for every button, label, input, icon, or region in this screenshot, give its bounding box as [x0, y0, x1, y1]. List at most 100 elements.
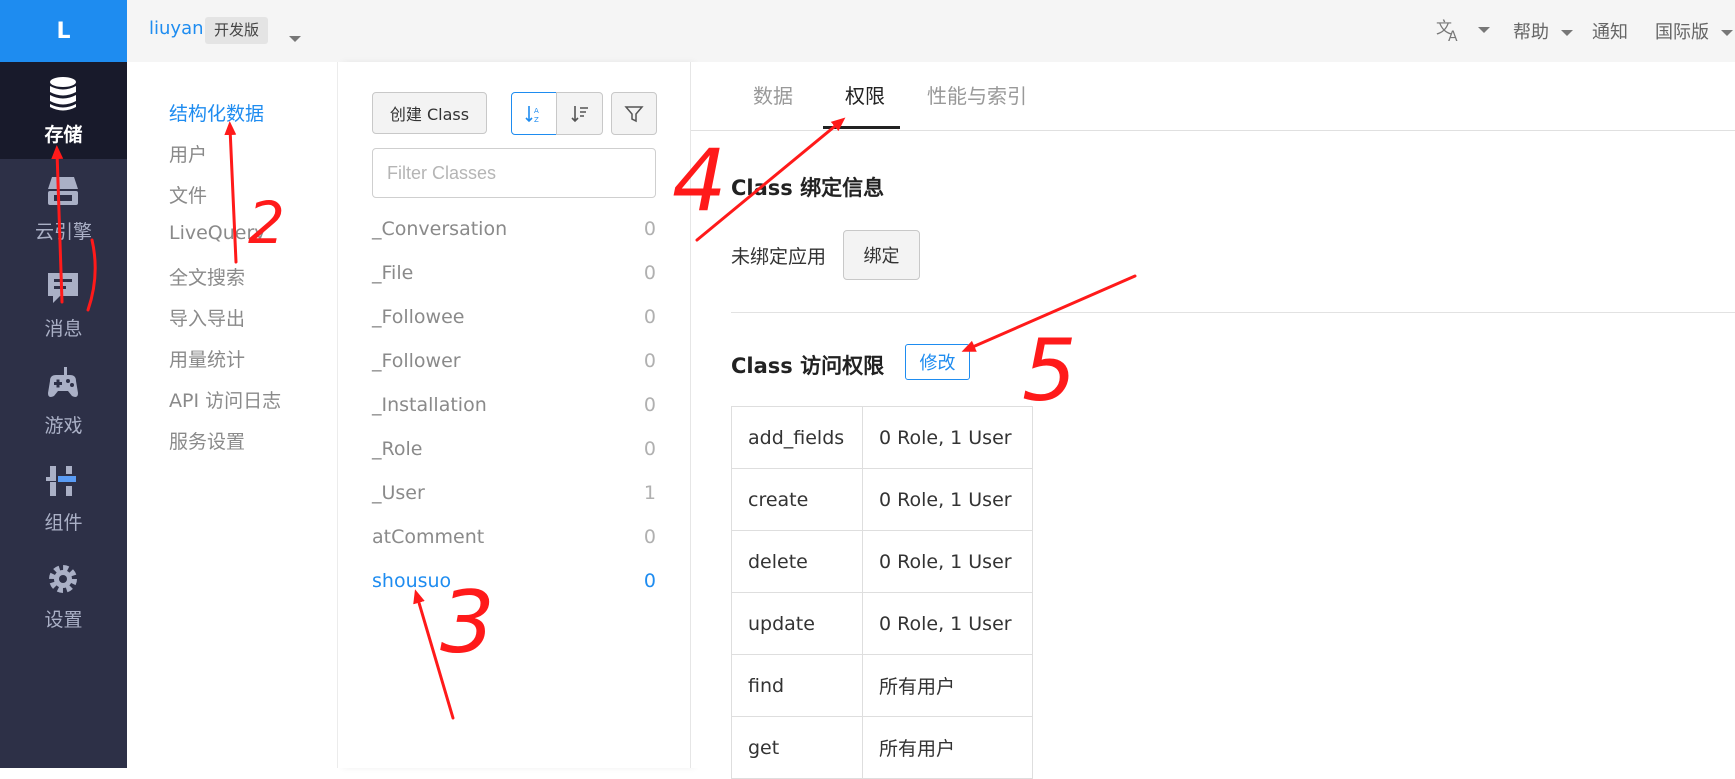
class-name: shousuo [372, 570, 452, 592]
app-switch-dropdown[interactable] [289, 28, 301, 47]
sort-alpha-icon: A Z [525, 105, 539, 124]
sort-count-button[interactable] [556, 92, 603, 135]
server-icon [48, 177, 78, 205]
tab-permissions[interactable]: 权限 [845, 80, 885, 109]
region-menu[interactable]: 国际版 [1655, 18, 1733, 44]
svg-text:A: A [534, 107, 539, 115]
subnav-item-service-settings[interactable]: 服务设置 [169, 427, 245, 454]
class-count: 0 [643, 350, 656, 372]
class-name: _File [372, 262, 414, 284]
class-row-atcomment[interactable]: atComment 0 [372, 520, 656, 556]
class-name: _User [372, 482, 425, 504]
storage-subnav: 结构化数据 用户 文件 LiveQuery 全文搜索 导入导出 用量统计 API… [127, 62, 338, 768]
message-icon [48, 273, 78, 303]
subnav-item-fulltext-search[interactable]: 全文搜索 [169, 263, 245, 290]
rail-item-games[interactable]: 游戏 [0, 353, 127, 450]
permission-key: create [731, 468, 863, 531]
class-tabs: 数据 权限 性能与索引 [691, 62, 1735, 131]
permission-key: update [731, 592, 863, 655]
table-row: update 0 Role, 1 User [731, 592, 1033, 655]
class-name: _Follower [372, 350, 461, 372]
top-bar: liuyan 开发版 文 A 帮助 通知 国际版 [127, 0, 1735, 63]
filter-classes-input[interactable] [372, 148, 656, 198]
sort-alpha-button[interactable]: A Z [511, 92, 557, 135]
class-name: _Conversation [372, 218, 508, 240]
tab-data[interactable]: 数据 [753, 80, 793, 109]
permission-key: get [731, 716, 863, 779]
table-row: add_fields 0 Role, 1 User [731, 406, 1033, 469]
class-row-user[interactable]: _User 1 [372, 476, 656, 512]
class-count: 1 [643, 482, 656, 504]
notifications-link[interactable]: 通知 [1592, 18, 1628, 44]
active-tab-indicator [823, 126, 900, 129]
gear-icon [49, 565, 77, 593]
left-rail: L 存储 云引擎 消息 游戏 组件 设置 [0, 0, 127, 768]
rail-item-components[interactable]: 组件 [0, 450, 127, 547]
app-logo[interactable]: L [0, 0, 127, 62]
env-badge[interactable]: 开发版 [205, 17, 269, 44]
class-row-installation[interactable]: _Installation 0 [372, 388, 656, 424]
components-icon [46, 466, 76, 496]
subnav-item-structured-data[interactable]: 结构化数据 [169, 99, 264, 126]
class-row-conversation[interactable]: _Conversation 0 [372, 212, 656, 248]
main-content: 数据 权限 性能与索引 Class 绑定信息 未绑定应用 绑定 Class 访问… [691, 62, 1735, 779]
class-row-followee[interactable]: _Followee 0 [372, 300, 656, 336]
rail-item-label: 组件 [44, 512, 83, 534]
table-row: create 0 Role, 1 User [731, 468, 1033, 531]
subnav-item-usage-stats[interactable]: 用量统计 [169, 345, 245, 372]
permission-value: 0 Role, 1 User [862, 530, 1033, 593]
subnav-item-import-export[interactable]: 导入导出 [169, 304, 245, 331]
rail-item-label: 云引擎 [34, 221, 92, 243]
region-label: 国际版 [1655, 22, 1709, 43]
table-row: get 所有用户 [731, 716, 1033, 779]
subnav-item-files[interactable]: 文件 [169, 181, 207, 208]
class-row-shousuo[interactable]: shousuo 0 [372, 564, 656, 600]
rail-item-label: 存储 [44, 124, 83, 146]
access-section-title: Class 访问权限 [731, 354, 885, 378]
help-menu[interactable]: 帮助 [1513, 18, 1573, 44]
table-row: delete 0 Role, 1 User [731, 530, 1033, 593]
create-class-button[interactable]: 创建 Class [372, 92, 487, 134]
permission-key: find [731, 654, 863, 717]
rail-item-label: 游戏 [44, 415, 83, 437]
rail-item-storage[interactable]: 存储 [0, 62, 127, 159]
class-row-file[interactable]: _File 0 [372, 256, 656, 292]
filter-button[interactable] [611, 92, 657, 135]
svg-text:Z: Z [534, 116, 539, 124]
gamepad-icon [48, 367, 78, 397]
rail-item-settings[interactable]: 设置 [0, 547, 127, 644]
chevron-down-icon [1720, 30, 1733, 36]
rail-item-label: 消息 [44, 318, 83, 340]
edit-permissions-button[interactable]: 修改 [905, 344, 970, 380]
bind-button[interactable]: 绑定 [843, 230, 920, 280]
rail-item-cloud-engine[interactable]: 云引擎 [0, 159, 127, 256]
class-count: 0 [643, 306, 656, 328]
database-icon [50, 77, 76, 111]
svg-text:A: A [1448, 29, 1458, 42]
permission-value: 所有用户 [862, 654, 1033, 717]
subnav-item-users[interactable]: 用户 [169, 140, 207, 167]
chevron-down-icon [289, 35, 301, 42]
class-row-role[interactable]: _Role 0 [372, 432, 656, 468]
class-name: _Installation [372, 394, 487, 416]
class-count: 0 [643, 262, 656, 284]
class-row-follower[interactable]: _Follower 0 [372, 344, 656, 380]
language-switch[interactable]: 文 A [1436, 18, 1490, 45]
subnav-item-api-logs[interactable]: API 访问日志 [169, 386, 281, 413]
help-label: 帮助 [1513, 22, 1549, 43]
class-list-panel: 创建 Class A Z _Conversation 0 _File 0 _Fo… [338, 62, 691, 768]
tab-performance-index[interactable]: 性能与索引 [927, 80, 1027, 109]
permissions-table: add_fields 0 Role, 1 User create 0 Role,… [731, 406, 1033, 779]
translate-icon: 文 A [1436, 18, 1458, 45]
subnav-item-livequery[interactable]: LiveQuery [169, 222, 266, 244]
section-divider [731, 312, 1735, 313]
app-name-link[interactable]: liuyan [149, 18, 204, 39]
class-count: 0 [643, 394, 656, 416]
class-name: _Role [372, 438, 423, 460]
class-count: 0 [643, 438, 656, 460]
sort-count-icon [570, 105, 588, 122]
permission-key: delete [731, 530, 863, 593]
rail-item-messages[interactable]: 消息 [0, 256, 127, 353]
filter-icon [624, 105, 644, 122]
permission-value: 0 Role, 1 User [862, 592, 1033, 655]
